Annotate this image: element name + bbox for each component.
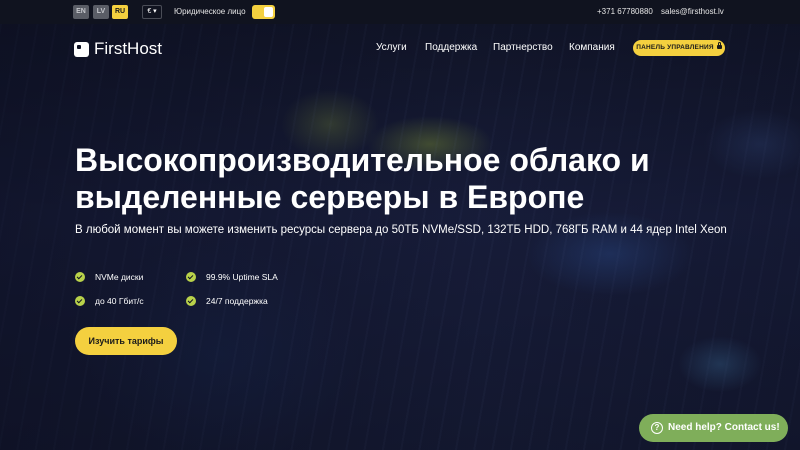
toggle-knob	[264, 7, 273, 17]
feature-item: 99.9% Uptime SLA	[186, 272, 278, 282]
nav-partnership[interactable]: Партнерство	[493, 42, 553, 53]
email-link[interactable]: sales@firsthost.lv	[661, 7, 724, 16]
check-icon	[75, 272, 85, 282]
legal-entity-label: Юридическое лицо	[174, 7, 246, 16]
logo-text: FirstHost	[94, 39, 162, 58]
top-utility-bar: EN LV RU € ▾ Юридическое лицо +371 67780…	[0, 0, 800, 24]
hero-title: Высокопроизводительное облако и выделенн…	[75, 142, 650, 215]
control-panel-button[interactable]: ПАНЕЛЬ УПРАВЛЕНИЯ	[633, 40, 725, 56]
legal-entity-toggle[interactable]	[252, 5, 275, 19]
feature-label: 24/7 поддержка	[206, 296, 268, 306]
feature-item: 24/7 поддержка	[186, 296, 268, 306]
control-panel-label: ПАНЕЛЬ УПРАВЛЕНИЯ	[636, 44, 714, 51]
nav-support[interactable]: Поддержка	[425, 42, 477, 53]
question-icon: ?	[651, 422, 663, 434]
nav-services[interactable]: Услуги	[376, 42, 407, 53]
currency-dropdown[interactable]: € ▾	[142, 5, 162, 19]
language-lv-button[interactable]: LV	[93, 5, 109, 19]
logo[interactable]: FirstHost	[74, 39, 162, 59]
feature-item: до 40 Гбит/с	[75, 296, 144, 306]
feature-item: NVMe диски	[75, 272, 143, 282]
lock-icon	[716, 42, 722, 49]
check-icon	[75, 296, 85, 306]
explore-plans-button[interactable]: Изучить тарифы	[75, 327, 177, 355]
feature-label: до 40 Гбит/с	[95, 296, 144, 306]
feature-label: 99.9% Uptime SLA	[206, 272, 278, 282]
phone-link[interactable]: +371 67780880	[597, 7, 653, 16]
language-ru-button[interactable]: RU	[112, 5, 128, 19]
hero-subtitle: В любой момент вы можете изменить ресурс…	[75, 224, 727, 236]
check-icon	[186, 272, 196, 282]
nav-company[interactable]: Компания	[569, 42, 615, 53]
language-en-button[interactable]: EN	[73, 5, 89, 19]
logo-icon	[74, 41, 89, 57]
feature-label: NVMe диски	[95, 272, 144, 282]
check-icon	[186, 296, 196, 306]
hero-background	[0, 24, 800, 450]
help-chat-label: Need help? Contact us!	[668, 422, 780, 433]
help-chat-button[interactable]: ? Need help? Contact us!	[639, 414, 788, 442]
